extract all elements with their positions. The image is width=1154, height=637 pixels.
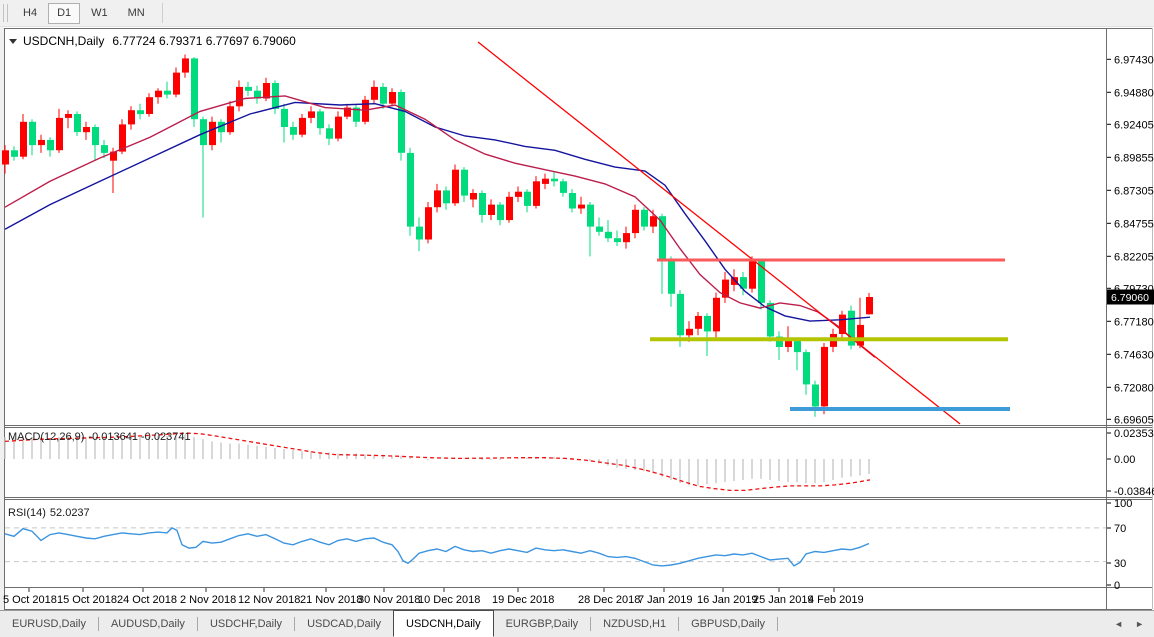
timeframe-h4[interactable]: H4 — [14, 3, 46, 24]
price-tick-label: 6.74630 — [1114, 349, 1154, 361]
price-tick-label: 6.94880 — [1114, 87, 1154, 99]
price-tick-label: 6.69605 — [1114, 414, 1154, 426]
tab-usdchf-daily[interactable]: USDCHF,Daily — [198, 611, 294, 637]
rsi-tick-label: 100 — [1114, 498, 1132, 510]
timeframe-d1[interactable]: D1 — [48, 3, 80, 24]
tab-nzdusd-h1[interactable]: NZDUSD,H1 — [591, 611, 678, 637]
timeframe-mn[interactable]: MN — [119, 3, 154, 24]
current-price-label: 6.79060 — [1111, 292, 1149, 304]
date-tick-label: 2 Nov 2018 — [180, 594, 236, 606]
macd-tick-label: 0.023534 — [1114, 428, 1154, 440]
price-tick-label: 6.77180 — [1114, 316, 1154, 328]
price-tick-label: 6.87305 — [1114, 185, 1154, 197]
date-tick-label: 4 Feb 2019 — [808, 594, 864, 606]
chart-title: USDCNH,Daily6.77724 6.79371 6.77697 6.79… — [23, 34, 296, 48]
window-left-edge — [0, 27, 4, 610]
macd-tick-label: -0.038466 — [1114, 486, 1154, 498]
rsi-tick-label: 0 — [1114, 580, 1120, 592]
date-tick-label: 15 Oct 2018 — [57, 594, 117, 606]
date-tick-label: 28 Dec 2018 — [578, 594, 640, 606]
date-tick-label: 12 Nov 2018 — [238, 594, 300, 606]
date-tick-label: 16 Jan 2019 — [697, 594, 758, 606]
rsi-tick-label: 70 — [1114, 523, 1126, 535]
rsi-tick-label: 30 — [1114, 558, 1126, 570]
tab-separator — [777, 617, 778, 631]
price-tick-label: 6.97430 — [1114, 54, 1154, 66]
chart-tabs-bar: EURUSD,DailyAUDUSD,DailyUSDCHF,DailyUSDC… — [0, 610, 1154, 637]
price-tick-label: 6.89855 — [1114, 152, 1154, 164]
tab-audusd-daily[interactable]: AUDUSD,Daily — [99, 611, 197, 637]
tabs-scroll-arrows: ◄► — [1114, 611, 1154, 637]
date-tick-label: 24 Oct 2018 — [117, 594, 177, 606]
date-tick-label: 21 Nov 2018 — [300, 594, 362, 606]
timeframe-w1[interactable]: W1 — [82, 3, 117, 24]
tab-eurgbp-daily[interactable]: EURGBP,Daily — [494, 611, 591, 637]
toolbar-gripper-icon[interactable] — [3, 4, 8, 22]
price-tick-label: 6.84755 — [1114, 218, 1154, 230]
timeframe-buttons: H4D1W1MN — [14, 3, 154, 24]
date-tick-label: 19 Dec 2018 — [492, 594, 554, 606]
tabs-scroll-right-icon[interactable]: ► — [1135, 619, 1144, 629]
timeframe-toolbar: H4D1W1MN — [0, 0, 1154, 27]
toolbar-separator — [162, 3, 163, 23]
chart-background — [0, 27, 1154, 610]
date-tick-label: 10 Dec 2018 — [418, 594, 480, 606]
chart-plot[interactable]: 6.97430 6.94880 6.92405 6.89855 6.87305 6.847… — [0, 27, 1154, 610]
macd-label: MACD(12,26,9)-0.013641 -0.023741 — [8, 431, 191, 443]
tab-usdcnh-daily[interactable]: USDCNH,Daily — [393, 610, 494, 637]
tab-usdcad-daily[interactable]: USDCAD,Daily — [295, 611, 393, 637]
date-tick-label: 25 Jan 2019 — [753, 594, 814, 606]
price-tick-label: 6.82205 — [1114, 251, 1154, 263]
macd-tick-label: 0.00 — [1114, 454, 1135, 466]
date-tick-label: 7 Jan 2019 — [638, 594, 692, 606]
tab-eurusd-daily[interactable]: EURUSD,Daily — [0, 611, 98, 637]
price-tick-label: 6.92405 — [1114, 119, 1154, 131]
price-tick-label: 6.72080 — [1114, 382, 1154, 394]
date-tick-label: 5 Oct 2018 — [3, 594, 57, 606]
tab-gbpusd-daily[interactable]: GBPUSD,Daily — [679, 611, 777, 637]
date-tick-label: 30 Nov 2018 — [358, 594, 420, 606]
tabs-scroll-left-icon[interactable]: ◄ — [1114, 619, 1123, 629]
